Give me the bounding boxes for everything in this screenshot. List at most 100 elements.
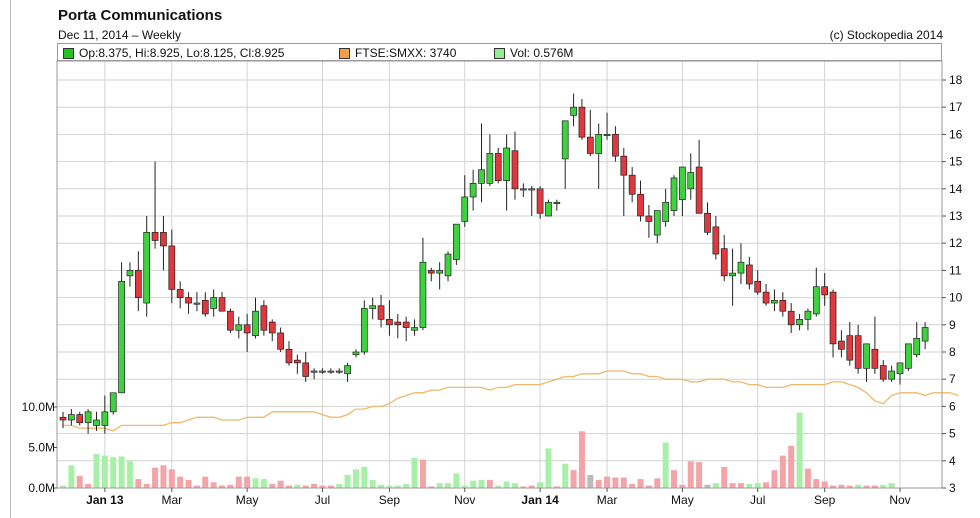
volume-bar <box>453 473 460 488</box>
candle-body <box>846 335 854 361</box>
candle-down <box>168 229 176 304</box>
candle-down <box>160 216 167 271</box>
volume-bar <box>771 470 778 488</box>
candle-body <box>545 202 552 217</box>
candle-up <box>210 289 218 317</box>
candle-body <box>771 299 778 304</box>
candle-up <box>469 169 477 211</box>
candle-up <box>863 343 870 382</box>
volume-bar <box>763 482 770 488</box>
candle-body <box>695 166 703 214</box>
volume-bar <box>486 479 493 488</box>
grid-lines <box>57 61 942 489</box>
volume-bar <box>168 469 175 488</box>
volume-bar <box>160 465 167 488</box>
candle-body <box>369 305 377 309</box>
candle-down <box>846 322 854 366</box>
volume-bar <box>637 479 644 488</box>
price-tick-label: 5 <box>949 427 956 441</box>
candle-body <box>310 370 318 373</box>
price-tick-label: 10 <box>949 291 963 305</box>
candle-body <box>821 286 829 296</box>
volume-bar <box>76 475 83 488</box>
candle-body <box>921 327 929 342</box>
price-tick-label: 8 <box>949 345 956 359</box>
candles <box>59 93 929 434</box>
candle-down <box>762 284 770 306</box>
candle-down <box>612 126 619 162</box>
candle-up <box>436 262 443 290</box>
candle-down <box>302 352 310 382</box>
volume-bar <box>445 483 452 488</box>
price-tick-label: 7 <box>949 372 956 386</box>
candle-body <box>796 319 803 326</box>
price-tick-label: 12 <box>949 236 963 250</box>
time-tick-label: Nov <box>889 493 910 507</box>
candle-down <box>427 267 435 282</box>
candle-body <box>302 362 310 377</box>
volume-bar <box>612 477 619 488</box>
candle-down <box>185 292 192 314</box>
candle-down <box>787 303 795 333</box>
candle-body <box>411 327 418 331</box>
time-tick-label: Jul <box>750 493 765 507</box>
volume-bar <box>93 453 100 488</box>
candle-body <box>645 215 653 222</box>
candle-body <box>134 270 142 298</box>
candle-down <box>277 327 284 352</box>
candle-up <box>687 153 695 200</box>
price-tick-label: 16 <box>949 127 963 141</box>
candle-down <box>637 180 644 222</box>
volume-bar <box>595 479 602 488</box>
candle-down <box>134 251 142 312</box>
candle-up <box>896 362 904 385</box>
volume-bar <box>235 476 242 488</box>
candle-body <box>461 196 469 222</box>
candle-down <box>377 294 385 328</box>
volume-bar <box>729 483 736 488</box>
candle-body <box>118 280 125 394</box>
volume-bar <box>143 483 150 488</box>
time-tick-label: May <box>671 493 694 507</box>
candle-down <box>879 360 887 382</box>
candle-body <box>486 153 494 184</box>
candle-body <box>386 319 393 326</box>
candle-down <box>176 281 184 309</box>
candle-body <box>453 223 460 260</box>
candle-down <box>151 161 159 249</box>
time-tick-label: Jan 14 <box>521 493 559 507</box>
candle-up <box>68 409 75 426</box>
price-tick-label: 14 <box>949 182 963 196</box>
candle-body <box>670 177 678 211</box>
price-tick-label: 13 <box>949 209 963 223</box>
candle-down <box>227 308 234 333</box>
candle-up <box>84 409 92 434</box>
candle-body <box>210 297 218 309</box>
volume-bar <box>135 479 142 488</box>
volume-bar <box>737 483 744 488</box>
candle-body <box>402 321 410 328</box>
volume-axis: 0.0M 5.0M 10.0M <box>22 400 57 495</box>
volume-bar <box>152 467 159 488</box>
volume-bar <box>352 469 359 488</box>
candle-body <box>201 299 209 315</box>
candle-body <box>603 134 611 136</box>
volume-bar <box>436 483 443 488</box>
candle-body <box>335 370 343 373</box>
candle-body <box>143 231 151 304</box>
candle-body <box>101 411 109 426</box>
volume-bar <box>662 442 669 488</box>
candle-body <box>679 166 686 201</box>
candle-body <box>612 134 619 157</box>
volume-bar <box>888 483 895 488</box>
candle-body <box>812 286 820 315</box>
candle-body <box>653 210 661 236</box>
price-tick-label: 17 <box>949 100 963 114</box>
candle-up <box>109 392 117 415</box>
volume-bar <box>177 476 184 488</box>
candle-body <box>595 134 603 154</box>
volume-bar <box>503 481 510 488</box>
volume-bar <box>721 466 728 488</box>
volume-bar <box>277 480 284 488</box>
candle-up <box>670 175 678 216</box>
